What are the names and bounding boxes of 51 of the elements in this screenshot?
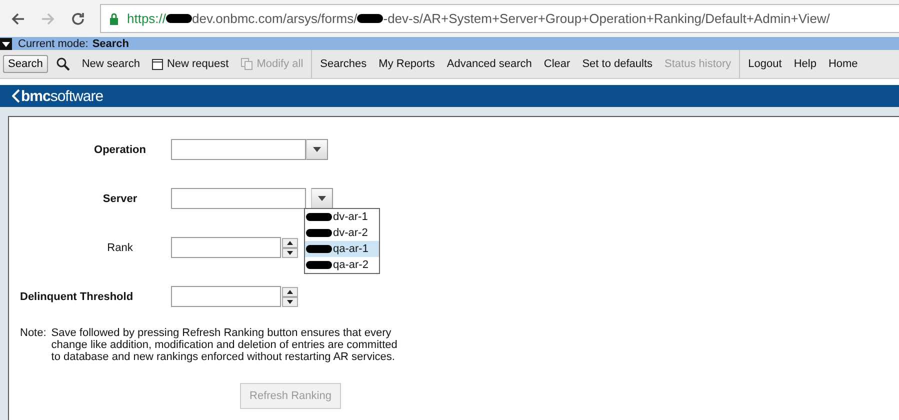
dropdown-button[interactable] <box>306 139 328 160</box>
spinner-buttons[interactable] <box>282 286 298 306</box>
mode-value: Search <box>92 38 130 50</box>
toolbar-link[interactable]: New search <box>82 58 140 70</box>
redaction-mark <box>306 245 332 253</box>
spinner-buttons[interactable] <box>282 238 298 258</box>
bmc-logo: bmcsoftware <box>12 88 104 104</box>
search-icon[interactable] <box>56 57 70 71</box>
redaction-mark <box>306 229 332 237</box>
field-label: Delinquent Threshold <box>19 290 134 302</box>
dropdown-field[interactable] <box>171 188 306 209</box>
toolbar-link[interactable]: Home <box>828 58 858 70</box>
redaction-mark <box>166 14 192 23</box>
url-text: https:// <box>127 11 166 26</box>
toolbar-link[interactable]: Set to defaults <box>582 58 653 70</box>
url-text: dev.onbmc.com/arsys/forms/ <box>192 11 358 26</box>
toolbar-link[interactable]: My Reports <box>378 58 435 70</box>
field-label: Server <box>102 192 138 204</box>
dropdown-option[interactable]: dv-ar-2 <box>305 225 379 241</box>
dropdown-field[interactable] <box>171 139 306 160</box>
document-icon <box>152 58 163 70</box>
toolbar-link[interactable]: Clear <box>544 58 570 70</box>
caret-icon <box>313 147 321 152</box>
redaction-mark <box>357 14 384 23</box>
toolbar-link[interactable]: Advanced search <box>446 58 532 70</box>
toolbar-link[interactable]: Logout <box>748 58 782 70</box>
note-label: Note: <box>20 327 46 341</box>
url-text: -dev-s/AR+System+Server+Group+Operation+Ranking/Default+Admin+View/ <box>383 11 830 26</box>
redaction-mark <box>306 261 332 269</box>
dropdown-option[interactable]: dv-ar-1 <box>305 209 379 225</box>
field-label: Operation <box>93 144 147 156</box>
number-field[interactable] <box>171 286 281 307</box>
dropdown-option[interactable]: qa-ar-2 <box>305 257 379 273</box>
mode-label: Current mode: <box>18 38 88 50</box>
reload-icon[interactable] <box>70 10 86 26</box>
address-bar[interactable]: https:// dev.onbmc.com/arsys/forms/ -dev-s/AR+System+Server+Group+Operation+Ranking/Default+Admin+View/ <box>100 4 899 33</box>
note-text: Save followed by pressing Refresh Ranking button ensures that every change like addition, modification and deletion of entries are committed to database and new rankings enforced without restarting AR services. <box>51 327 398 363</box>
caret-icon <box>318 196 326 201</box>
copy-icon <box>240 58 253 70</box>
search-button[interactable]: Search <box>3 55 48 73</box>
dropdown-button[interactable] <box>311 188 333 209</box>
field-label: Rank <box>106 242 134 254</box>
back-icon[interactable] <box>10 10 26 26</box>
toolbar-link[interactable]: Searches <box>320 58 367 70</box>
toolbar-link[interactable]: New request <box>152 58 229 70</box>
caret-icon[interactable] <box>0 38 12 50</box>
number-field[interactable] <box>171 237 281 258</box>
lock-icon <box>109 12 119 24</box>
toolbar-link[interactable]: Help <box>794 58 816 70</box>
redaction-mark <box>306 213 332 221</box>
dropdown-option[interactable]: qa-ar-1 <box>305 241 379 257</box>
